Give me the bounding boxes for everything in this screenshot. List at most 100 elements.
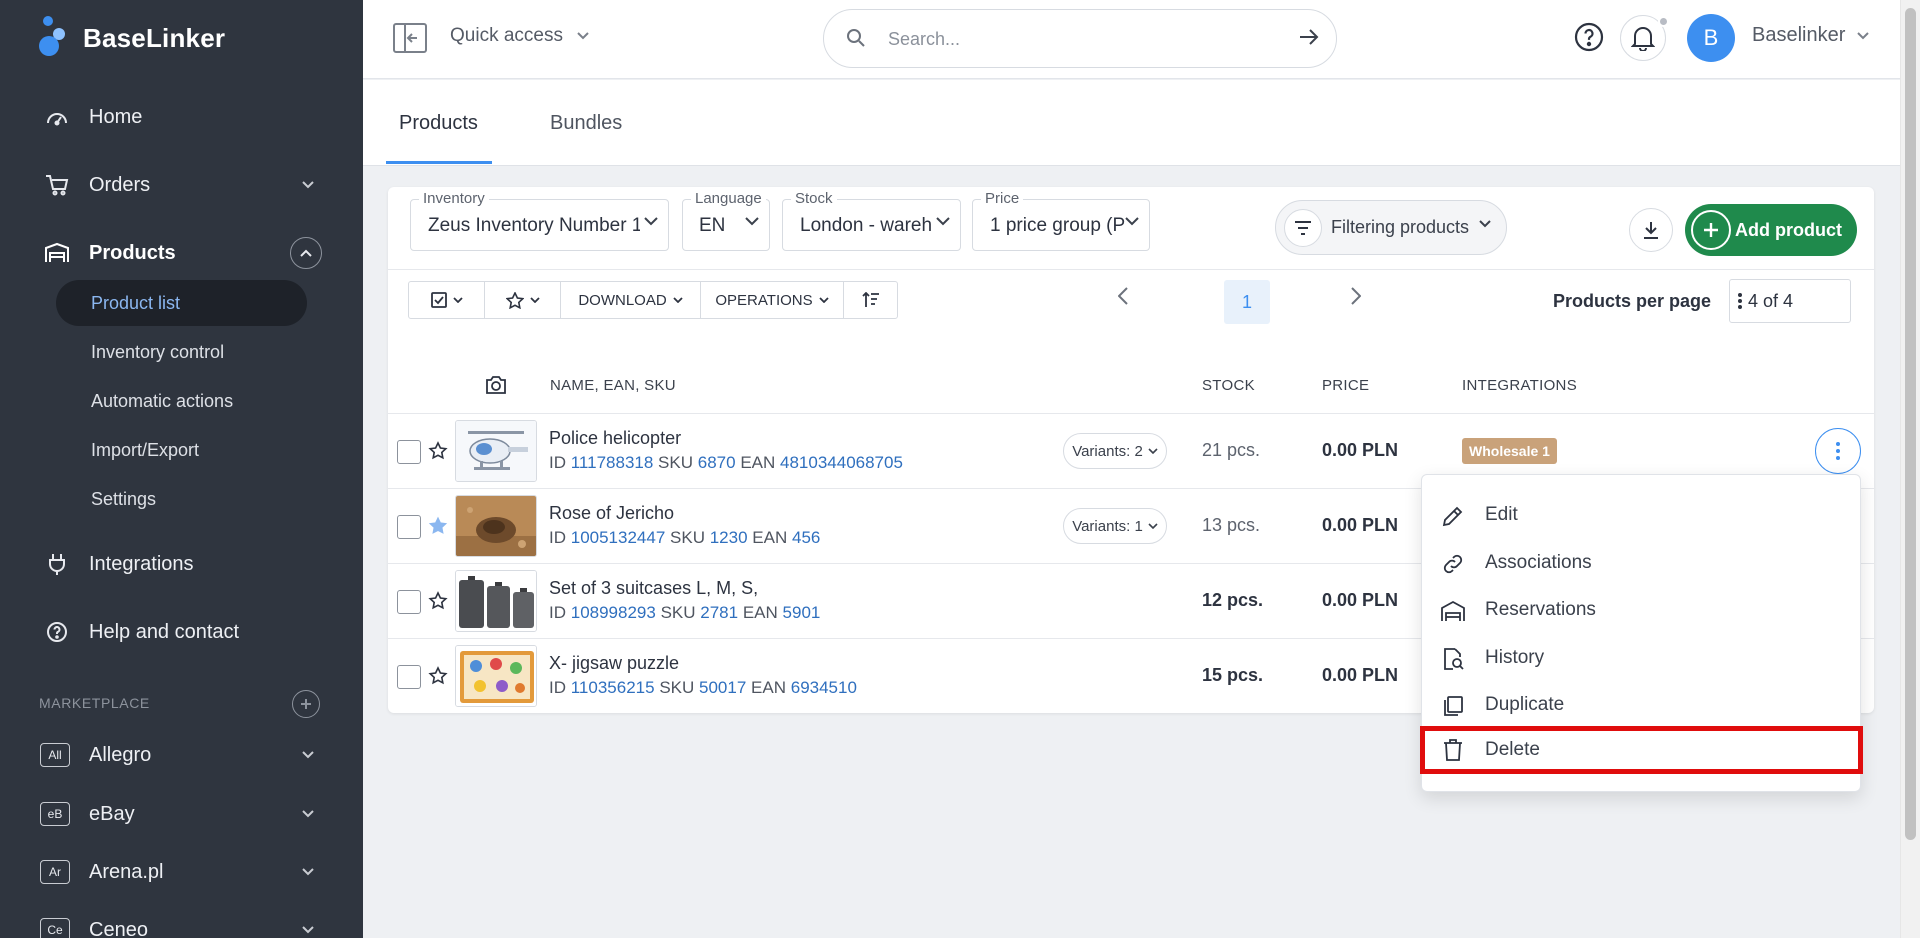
download-menu-button[interactable]: DOWNLOAD xyxy=(561,282,701,318)
stock-select[interactable]: Stock London - wareh xyxy=(782,190,961,251)
sort-button[interactable] xyxy=(844,282,897,318)
add-product-button[interactable]: Add product xyxy=(1685,204,1857,256)
marketplace-allegro[interactable]: All Allegro xyxy=(0,731,363,779)
star-icon[interactable] xyxy=(428,666,448,686)
export-button[interactable] xyxy=(1629,208,1673,252)
sidebar-item-import-export[interactable]: Import/Export xyxy=(56,427,307,473)
product-thumbnail-rose-of-jericho[interactable] xyxy=(455,495,537,557)
product-ean[interactable]: 4810344068705 xyxy=(780,453,903,472)
product-ean[interactable]: 456 xyxy=(792,528,820,547)
menu-item-delete[interactable]: Delete xyxy=(1420,726,1863,774)
menu-item-duplicate[interactable]: Duplicate xyxy=(1422,682,1862,728)
chevron-down-icon[interactable] xyxy=(298,804,318,824)
marketplace-arena[interactable]: Ar Arena.pl xyxy=(0,848,363,896)
chevron-down-icon[interactable] xyxy=(298,745,318,765)
favorites-menu-button[interactable] xyxy=(485,282,561,318)
product-sku[interactable]: 2781 xyxy=(700,603,738,622)
current-page[interactable]: 1 xyxy=(1224,280,1270,324)
avatar[interactable]: B xyxy=(1687,14,1735,62)
price-value[interactable]: 0.00 PLN xyxy=(1322,440,1398,461)
active-tab-indicator xyxy=(386,161,492,164)
product-name[interactable]: X- jigsaw puzzle xyxy=(549,653,679,674)
row-checkbox[interactable] xyxy=(397,590,421,614)
menu-item-reservations[interactable]: Reservations xyxy=(1422,587,1862,633)
help-button[interactable] xyxy=(1572,20,1606,54)
product-sku[interactable]: 50017 xyxy=(699,678,746,697)
user-menu[interactable]: Baselinker xyxy=(1752,24,1870,47)
product-id[interactable]: 111788318 xyxy=(571,453,654,472)
row-checkbox[interactable] xyxy=(397,440,421,464)
sidebar-item-automatic-actions[interactable]: Automatic actions xyxy=(56,378,307,424)
product-thumbnail-suitcases[interactable] xyxy=(455,570,537,632)
product-ean[interactable]: 6934510 xyxy=(791,678,857,697)
marketplace-ceneo[interactable]: Ce Ceneo xyxy=(0,906,363,938)
nav-products[interactable]: Products xyxy=(0,229,363,277)
menu-item-history[interactable]: History xyxy=(1422,635,1862,681)
variants-button[interactable]: Variants: 1 xyxy=(1063,508,1167,544)
product-sku[interactable]: 6870 xyxy=(698,453,736,472)
product-id[interactable]: 110356215 xyxy=(571,678,655,697)
operations-menu-button[interactable]: OPERATIONS xyxy=(701,282,844,318)
chevron-down-icon[interactable] xyxy=(298,920,318,938)
per-page-select[interactable]: 4 of 4 xyxy=(1729,279,1851,323)
search-input[interactable] xyxy=(888,26,1268,52)
price-select[interactable]: Price 1 price group (P xyxy=(972,190,1150,251)
nav-orders[interactable]: Orders xyxy=(0,161,363,209)
nav-home[interactable]: Home xyxy=(0,93,363,141)
menu-item-associations[interactable]: Associations xyxy=(1422,540,1862,586)
product-id[interactable]: 1005132447 xyxy=(571,528,666,547)
inventory-select[interactable]: Inventory Zeus Inventory Number 1 xyxy=(410,190,669,251)
stock-value[interactable]: 13 pcs. xyxy=(1202,515,1260,536)
stock-value[interactable]: 21 pcs. xyxy=(1202,440,1260,461)
quick-access-dropdown[interactable]: Quick access xyxy=(450,25,589,47)
product-ean[interactable]: 5901 xyxy=(783,603,821,622)
product-thumbnail-jigsaw-puzzle[interactable] xyxy=(455,645,537,707)
sidebar-item-settings[interactable]: Settings xyxy=(56,476,307,522)
trash-icon xyxy=(1440,737,1466,763)
chevron-up-icon[interactable] xyxy=(290,237,322,269)
row-checkbox[interactable] xyxy=(397,515,421,539)
product-sku[interactable]: 1230 xyxy=(710,528,748,547)
price-value[interactable]: 0.00 PLN xyxy=(1322,665,1398,686)
stock-value[interactable]: 15 pcs. xyxy=(1202,665,1263,686)
integration-badge[interactable]: Wholesale 1 xyxy=(1462,438,1557,464)
sidebar-item-inventory-control[interactable]: Inventory control xyxy=(56,329,307,375)
column-header-price[interactable]: PRICE xyxy=(1322,377,1369,394)
panel-toggle-icon[interactable] xyxy=(393,22,427,54)
page-scrollbar[interactable] xyxy=(1900,0,1920,938)
star-icon[interactable] xyxy=(428,441,448,461)
chevron-down-icon[interactable] xyxy=(298,862,318,882)
variants-button[interactable]: Variants: 2 xyxy=(1063,433,1167,469)
stock-value[interactable]: 12 pcs. xyxy=(1202,590,1263,611)
row-checkbox[interactable] xyxy=(397,665,421,689)
product-name[interactable]: Police helicopter xyxy=(549,428,681,449)
chevron-right-icon[interactable] xyxy=(1351,287,1361,305)
product-thumbnail-helicopter[interactable] xyxy=(455,420,537,482)
chevron-left-icon[interactable] xyxy=(1118,287,1128,305)
arrow-right-icon[interactable] xyxy=(1299,28,1319,46)
star-icon[interactable] xyxy=(428,591,448,611)
product-id[interactable]: 108998293 xyxy=(571,603,656,622)
chevron-down-icon[interactable] xyxy=(298,175,318,195)
column-header-name[interactable]: NAME, EAN, SKU xyxy=(550,377,676,394)
menu-item-edit[interactable]: Edit xyxy=(1422,492,1862,538)
product-name[interactable]: Set of 3 suitcases L, M, S, xyxy=(549,578,758,599)
filtering-products-button[interactable]: Filtering products xyxy=(1275,200,1507,255)
select-menu-button[interactable] xyxy=(409,282,485,318)
app-logo[interactable]: BaseLinker xyxy=(39,16,225,60)
language-select[interactable]: Language EN xyxy=(682,190,770,251)
price-value[interactable]: 0.00 PLN xyxy=(1322,515,1398,536)
add-marketplace-icon[interactable] xyxy=(292,690,320,718)
row-actions-button[interactable] xyxy=(1815,428,1861,474)
tab-products[interactable]: Products xyxy=(399,112,478,135)
nav-help[interactable]: Help and contact xyxy=(0,608,363,656)
column-header-stock[interactable]: STOCK xyxy=(1202,377,1255,394)
scrollbar-thumb[interactable] xyxy=(1905,8,1916,840)
marketplace-ebay[interactable]: eB eBay xyxy=(0,790,363,838)
price-value[interactable]: 0.00 PLN xyxy=(1322,590,1398,611)
star-filled-icon[interactable] xyxy=(428,516,448,536)
nav-integrations[interactable]: Integrations xyxy=(0,540,363,588)
tab-bundles[interactable]: Bundles xyxy=(550,112,622,135)
product-name[interactable]: Rose of Jericho xyxy=(549,503,674,524)
sidebar-item-product-list[interactable]: Product list xyxy=(56,280,307,326)
